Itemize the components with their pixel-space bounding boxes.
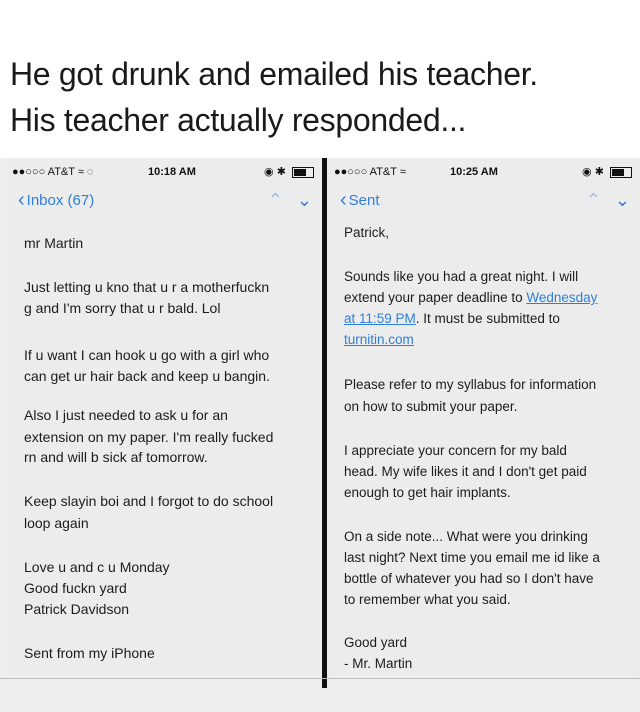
body-line: Love u and c u Monday bbox=[24, 559, 170, 575]
body-line: on how to submit your paper. bbox=[344, 399, 518, 414]
body-line: bottle of whatever you had so I don't ha… bbox=[344, 571, 594, 586]
body-line: extend your paper deadline to Wednesday bbox=[344, 289, 597, 307]
body-line: If u want I can hook u go with a girl wh… bbox=[24, 347, 270, 363]
headline: He got drunk and emailed his teacher. Hi… bbox=[0, 0, 640, 158]
body-line: Sounds like you had a great night. I wil… bbox=[344, 269, 579, 284]
body-line: turnitin.com bbox=[344, 331, 414, 349]
signoff: Good yard bbox=[344, 635, 408, 650]
right-phone-screen: ●●○○○ AT&T ≈ 10:25 AM ◉ ✱ ‹ Sent ⌃ ⌄ Patri… bbox=[330, 158, 638, 678]
body-line: last night? Next time you email me id li… bbox=[344, 550, 600, 565]
turnitin-link[interactable]: turnitin.com bbox=[344, 332, 414, 347]
time-link[interactable]: at 11:59 PM bbox=[344, 311, 416, 326]
body-line: Just letting u kno that u r a motherfuck… bbox=[24, 279, 270, 295]
body-line: On a side note... What were you drinking bbox=[344, 529, 588, 544]
body-line: to remember what you said. bbox=[344, 592, 511, 607]
body-line: Keep slayin boi and I forgot to do schoo… bbox=[24, 493, 274, 509]
body-line: Also I just needed to ask u for an bbox=[24, 407, 228, 423]
greeting: Patrick, bbox=[344, 225, 390, 240]
body-line: extension on my paper. I'm really fucked bbox=[24, 429, 274, 445]
body-line: head. My wife likes it and I don't get p… bbox=[344, 464, 587, 479]
signature: - Mr. Martin bbox=[344, 656, 413, 671]
body-line: g and I'm sorry that u r bald. Lol bbox=[24, 300, 221, 316]
body-line: can get ur hair back and keep u bangin. bbox=[24, 368, 270, 384]
body-text: . It must be submitted to bbox=[415, 311, 560, 326]
headline-line-1: He got drunk and emailed his teacher. bbox=[10, 56, 538, 92]
divider bbox=[322, 158, 327, 688]
email-body: mr Martin Just letting u kno that u r a … bbox=[8, 158, 320, 678]
email-body: Patrick, Sounds like you had a great nig… bbox=[330, 158, 638, 678]
body-text: extend your paper deadline to bbox=[344, 290, 527, 305]
body-line: Patrick Davidson bbox=[24, 601, 130, 617]
body-line: enough to get hair implants. bbox=[344, 485, 511, 500]
body-line: Good fuckn yard bbox=[24, 580, 127, 596]
body-line: Please refer to my syllabus for informat… bbox=[344, 377, 597, 392]
body-line: Sent from my iPhone bbox=[24, 645, 155, 661]
body-line: mr Martin bbox=[24, 235, 84, 251]
body-line: rn and will b sick af tomorrow. bbox=[24, 449, 208, 465]
body-line: I appreciate your concern for my bald bbox=[344, 443, 567, 458]
left-phone-screen: ●●○○○ AT&T ≈ ◌ 10:18 AM ◉ ✱ ‹ Inbox (67) … bbox=[8, 158, 320, 678]
date-link[interactable]: Wednesday bbox=[526, 290, 597, 305]
screenshots-area: ●●○○○ AT&T ≈ ◌ 10:18 AM ◉ ✱ ‹ Inbox (67) … bbox=[0, 158, 640, 712]
headline-line-2: His teacher actually responded... bbox=[10, 102, 467, 138]
bottom-rule bbox=[0, 678, 640, 679]
body-line: at 11:59 PM. It must be submitted to bbox=[344, 310, 560, 328]
body-line: loop again bbox=[24, 515, 89, 531]
